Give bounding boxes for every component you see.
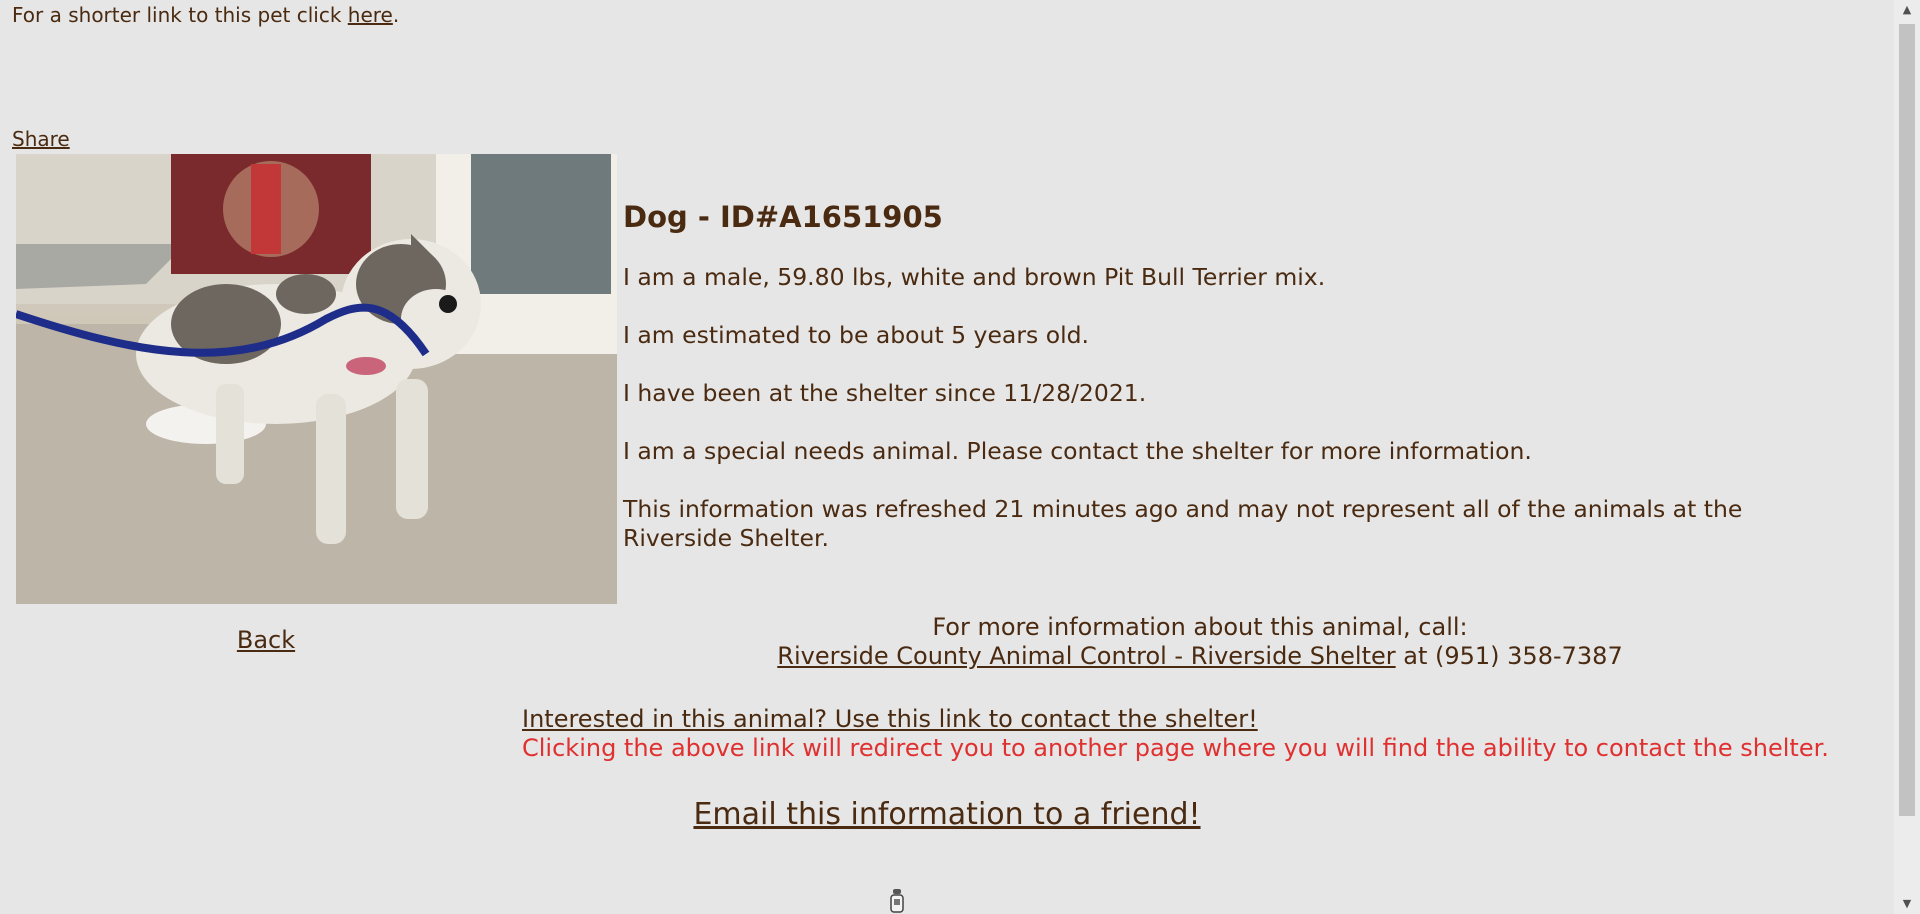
back-link[interactable]: Back [237, 626, 295, 654]
dog-photo-image [16, 154, 617, 604]
pet-info: Dog - ID#A1651905 I am a male, 59.80 lbs… [623, 196, 1823, 582]
contact-info: For more information about this animal, … [623, 613, 1777, 671]
email-friend-link[interactable]: Email this information to a friend! [693, 797, 1200, 832]
shelter-link[interactable]: Riverside County Animal Control - Rivers… [777, 642, 1395, 670]
short-link-line: For a shorter link to this pet click her… [12, 3, 399, 27]
pet-title: Dog - ID#A1651905 [623, 200, 943, 234]
short-link[interactable]: here [348, 3, 393, 27]
redirect-note: Clicking the above link will redirect yo… [522, 734, 1829, 762]
dog-photo [16, 154, 617, 604]
short-link-suffix: . [392, 3, 400, 27]
pet-shelter-since: I have been at the shelter since 11/28/2… [623, 379, 1147, 407]
interest-section: Interested in this animal? Use this link… [522, 705, 1829, 763]
contact-shelter-link[interactable]: Interested in this animal? Use this link… [522, 705, 1258, 733]
share-link[interactable]: Share [12, 127, 70, 151]
email-link-container: Email this information to a friend! [0, 797, 1894, 832]
vertical-scrollbar[interactable]: ▲ ▼ [1894, 0, 1920, 914]
contact-intro: For more information about this animal, … [932, 613, 1468, 641]
refresh-note: This information was refreshed 21 minute… [623, 495, 1743, 552]
scrollbar-thumb[interactable] [1899, 24, 1915, 816]
pet-description: I am a male, 59.80 lbs, white and brown … [623, 263, 1326, 291]
chevron-up-icon[interactable]: ▲ [1894, 0, 1920, 20]
share-link-container: Share [12, 127, 70, 151]
pet-special-needs: I am a special needs animal. Please cont… [623, 437, 1532, 465]
contact-line: Riverside County Animal Control - Rivers… [623, 642, 1777, 671]
loading-icon [888, 887, 906, 914]
pet-age: I am estimated to be about 5 years old. [623, 321, 1089, 349]
back-link-container: Back [0, 626, 532, 654]
page: For a shorter link to this pet click her… [0, 0, 1920, 914]
short-link-prefix: For a shorter link to this pet click [12, 3, 348, 27]
chevron-down-icon[interactable]: ▼ [1894, 894, 1920, 914]
shelter-phone: at (951) 358-7387 [1395, 642, 1623, 670]
